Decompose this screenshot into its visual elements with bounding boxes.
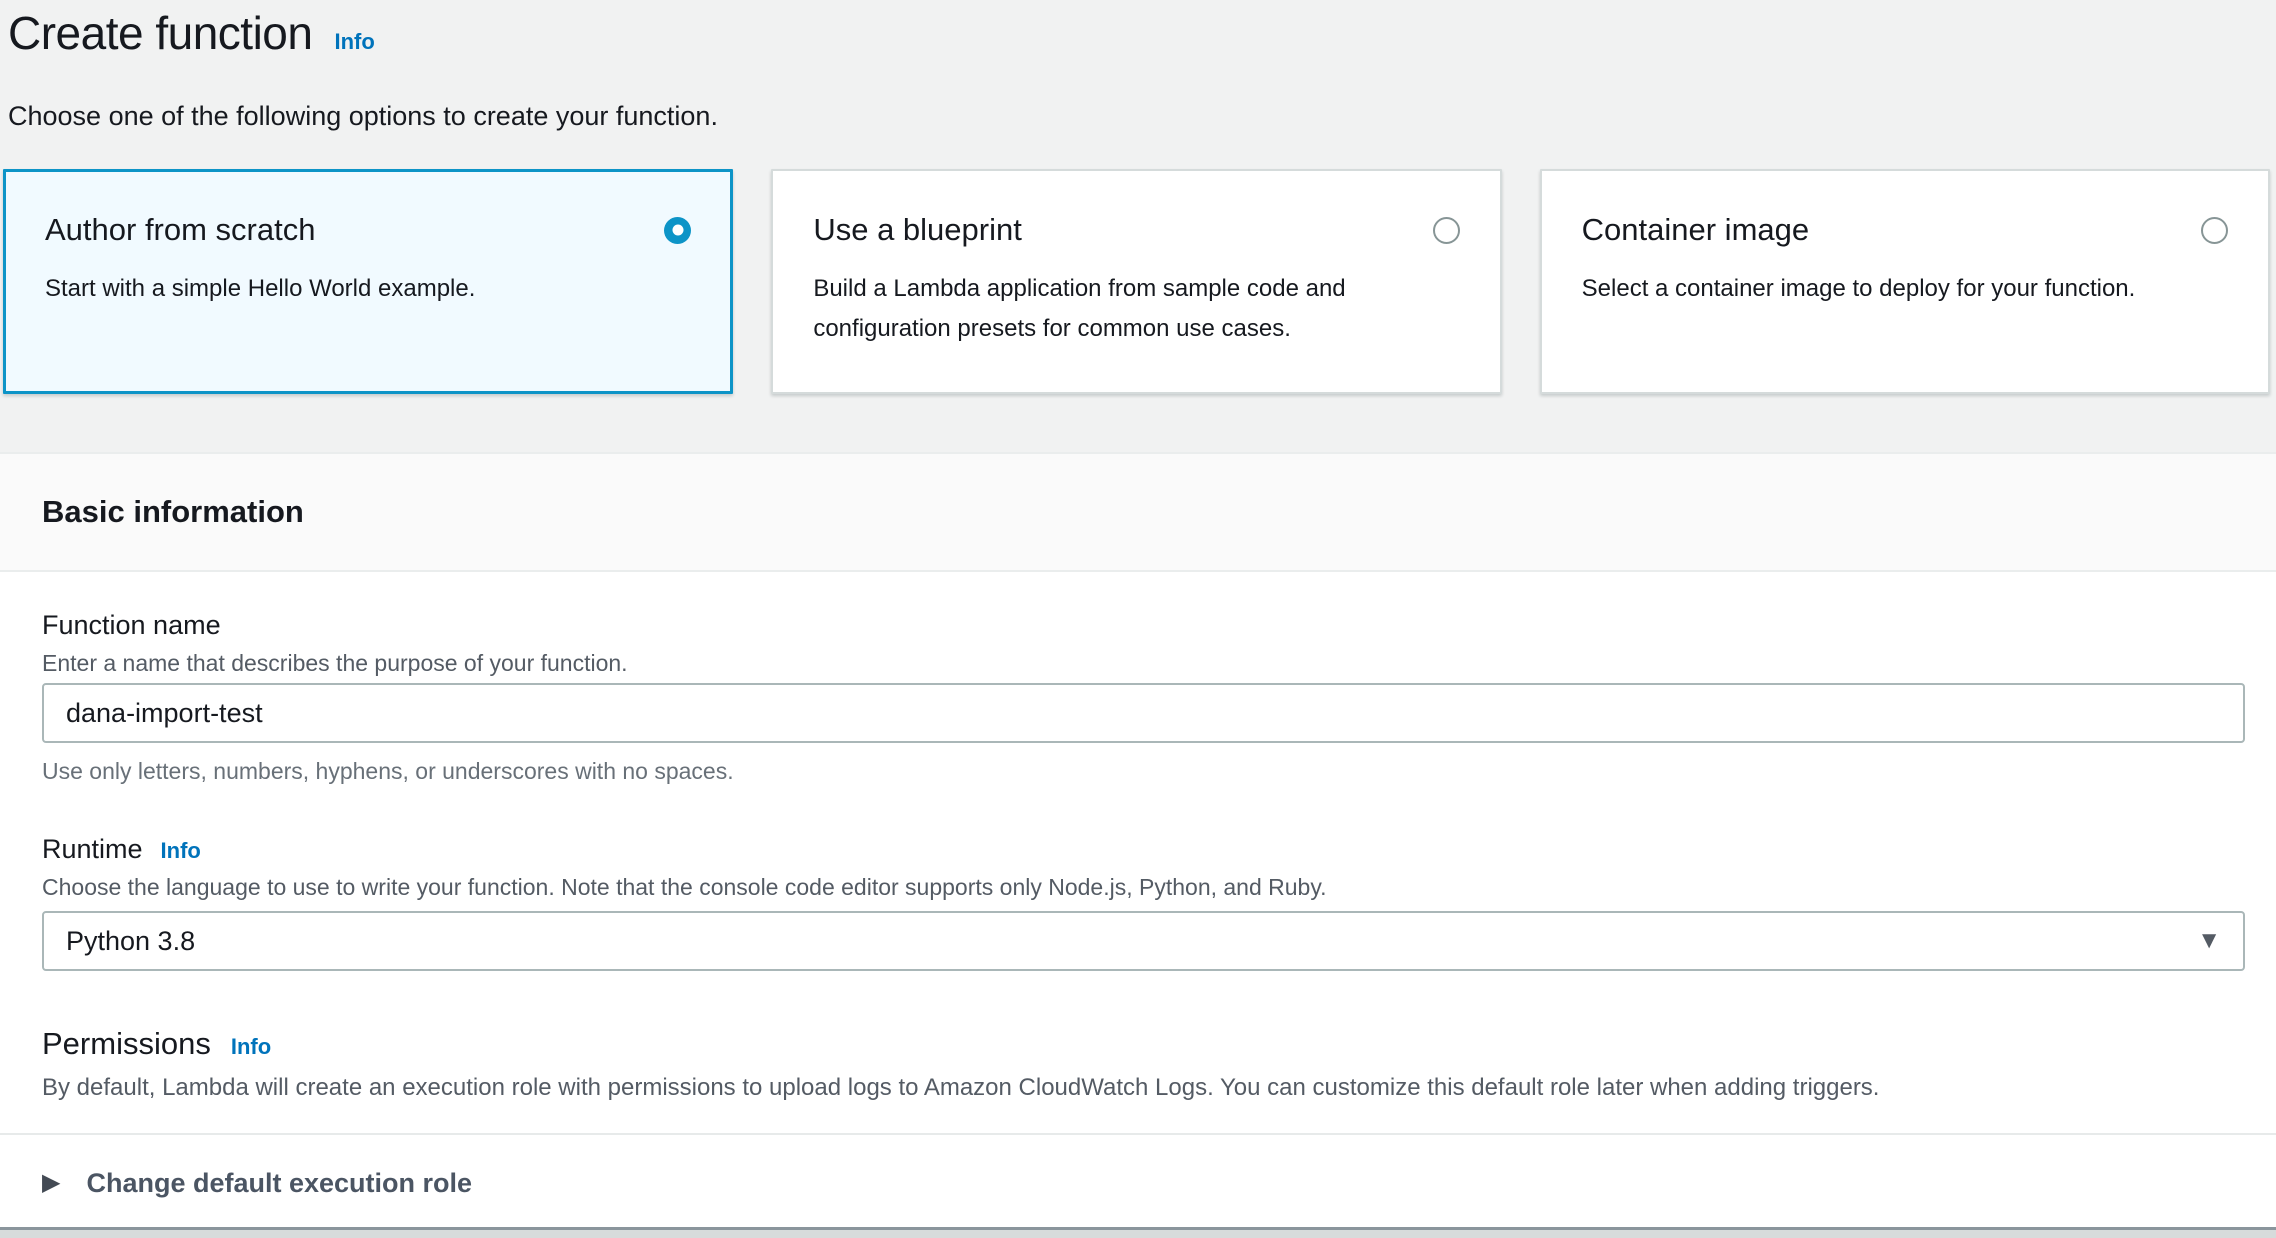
function-name-description: Enter a name that describes the purpose … bbox=[42, 649, 2245, 677]
create-function-page: Create function Info Choose one of the f… bbox=[0, 0, 2276, 1238]
radio-unselected-icon[interactable] bbox=[1433, 217, 1460, 244]
permissions-description: By default, Lambda will create an execut… bbox=[42, 1073, 2245, 1103]
section-divider bbox=[0, 1133, 2276, 1135]
runtime-label: Runtime bbox=[42, 833, 143, 865]
change-default-execution-role-expander[interactable]: ▶ Change default execution role bbox=[42, 1161, 2245, 1205]
function-name-input[interactable]: dana-import-test bbox=[42, 683, 2245, 743]
function-name-helper: Use only letters, numbers, hyphens, or u… bbox=[42, 757, 2245, 785]
expander-label: Change default execution role bbox=[86, 1168, 472, 1199]
radio-selected-icon[interactable] bbox=[664, 217, 691, 244]
bottom-section-border bbox=[0, 1227, 2276, 1238]
card-title: Container image bbox=[1582, 211, 1809, 249]
card-description: Start with a simple Hello World example. bbox=[45, 269, 665, 309]
card-title: Author from scratch bbox=[45, 211, 315, 249]
runtime-selected-value: Python 3.8 bbox=[66, 926, 195, 957]
page-title-info-link[interactable]: Info bbox=[334, 29, 374, 55]
runtime-select[interactable]: Python 3.8 ▼ bbox=[42, 911, 2245, 971]
basic-information-body: Function name Enter a name that describe… bbox=[0, 572, 2276, 1237]
card-description: Select a container image to deploy for y… bbox=[1582, 269, 2202, 309]
basic-information-heading: Basic information bbox=[42, 494, 304, 530]
page-subtitle: Choose one of the following options to c… bbox=[8, 100, 2268, 133]
runtime-info-link[interactable]: Info bbox=[161, 838, 201, 864]
triangle-right-icon: ▶ bbox=[42, 1171, 60, 1195]
function-name-value: dana-import-test bbox=[66, 698, 263, 729]
card-description: Build a Lambda application from sample c… bbox=[813, 269, 1433, 349]
card-use-a-blueprint[interactable]: Use a blueprint Build a Lambda applicati… bbox=[771, 169, 1501, 394]
radio-unselected-icon[interactable] bbox=[2201, 217, 2228, 244]
creation-option-cards: Author from scratch Start with a simple … bbox=[3, 169, 2270, 394]
function-name-label: Function name bbox=[42, 609, 221, 641]
card-container-image[interactable]: Container image Select a container image… bbox=[1540, 169, 2270, 394]
runtime-description: Choose the language to use to write your… bbox=[42, 873, 2245, 901]
page-title: Create function bbox=[8, 6, 312, 60]
function-name-field: Function name Enter a name that describe… bbox=[42, 609, 2245, 785]
permissions-info-link[interactable]: Info bbox=[231, 1034, 271, 1060]
card-author-from-scratch[interactable]: Author from scratch Start with a simple … bbox=[3, 169, 733, 394]
permissions-section: Permissions Info By default, Lambda will… bbox=[42, 1025, 2245, 1103]
permissions-heading: Permissions bbox=[42, 1025, 211, 1063]
basic-information-header: Basic information bbox=[0, 452, 2276, 572]
runtime-field: Runtime Info Choose the language to use … bbox=[42, 833, 2245, 971]
card-title: Use a blueprint bbox=[813, 211, 1022, 249]
chevron-down-icon: ▼ bbox=[2197, 929, 2221, 953]
page-header: Create function Info Choose one of the f… bbox=[0, 0, 2276, 133]
